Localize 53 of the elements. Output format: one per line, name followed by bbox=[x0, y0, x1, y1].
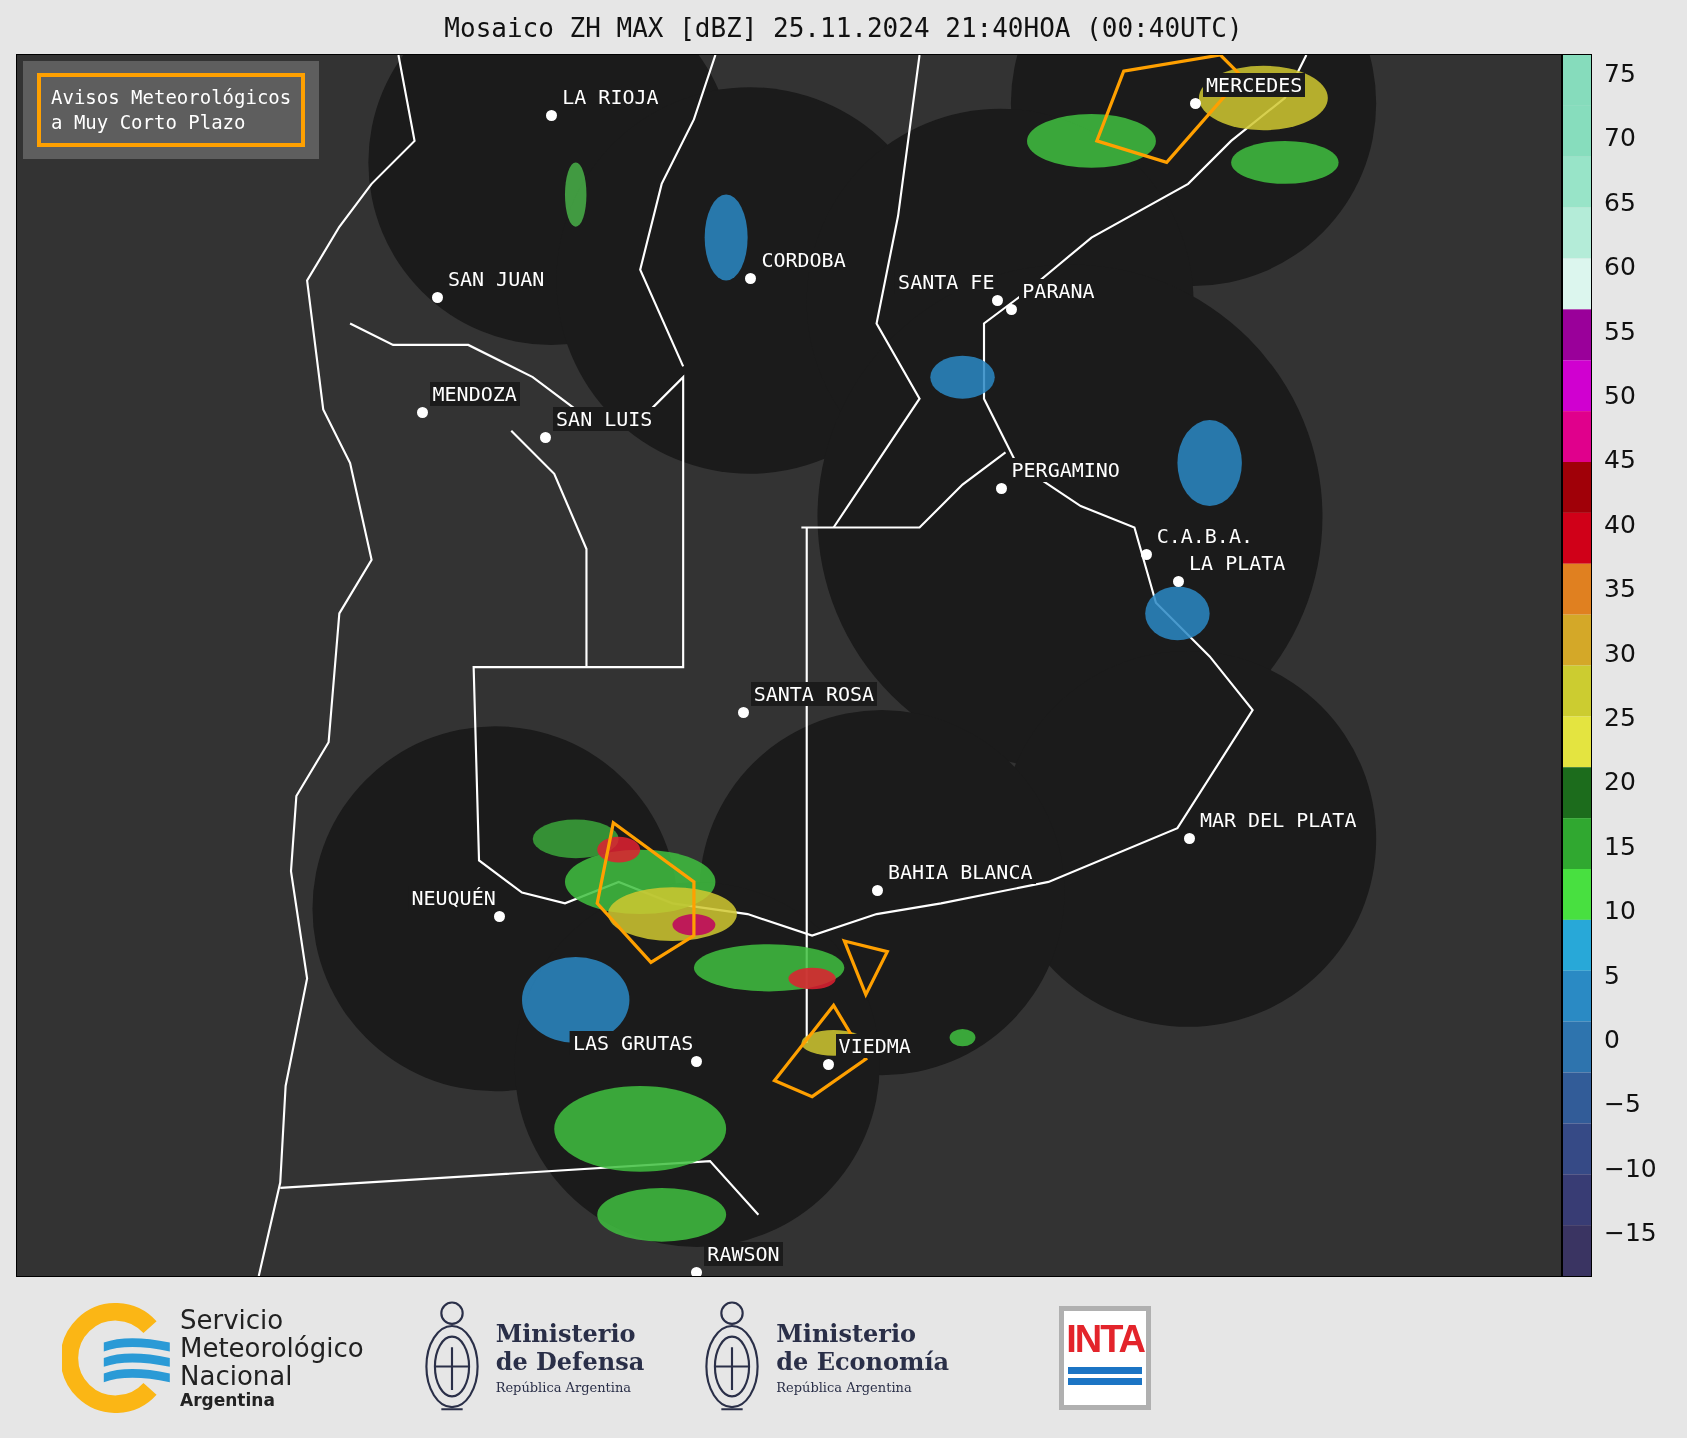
city-marker bbox=[1140, 549, 1152, 561]
scale-tick-label: 55 bbox=[1603, 317, 1636, 346]
scale-tick-label: 25 bbox=[1603, 704, 1636, 732]
scale-tick-label: −5 bbox=[1603, 1090, 1641, 1119]
city-label: SAN LUIS bbox=[553, 407, 656, 432]
scale-tick-label: −15 bbox=[1603, 1219, 1657, 1248]
scale-tick-label: 60 bbox=[1603, 253, 1636, 282]
city-marker bbox=[691, 1056, 703, 1068]
country-name: República Argentina bbox=[495, 1380, 633, 1395]
city-marker bbox=[540, 432, 552, 444]
city-marker bbox=[431, 291, 443, 303]
city-marker bbox=[691, 1267, 703, 1276]
city-marker bbox=[493, 910, 505, 922]
city-label: SANTA ROSA bbox=[750, 681, 878, 706]
city-marker bbox=[1183, 832, 1195, 844]
scale-tick-label: 20 bbox=[1603, 768, 1636, 797]
legend-text: a Muy Corto Plazo bbox=[51, 110, 247, 135]
ministry-name: Ministerio de Economía bbox=[776, 1320, 950, 1376]
city-label: RAWSON bbox=[704, 1242, 783, 1267]
city-marker bbox=[992, 295, 1004, 307]
organization-name: Servicio Meteorológico Nacional bbox=[180, 1305, 364, 1390]
city-marker bbox=[416, 406, 428, 418]
scale-tick-label: 15 bbox=[1603, 832, 1636, 861]
scale-tick-label: 65 bbox=[1603, 188, 1636, 217]
country-name: Argentina bbox=[180, 1389, 276, 1410]
scale-tick-label: 70 bbox=[1603, 124, 1636, 153]
scale-tick-label: 10 bbox=[1603, 897, 1636, 926]
city-label: MERCEDES bbox=[1203, 72, 1306, 97]
city-marker bbox=[737, 706, 749, 718]
city-marker bbox=[1006, 303, 1018, 315]
scale-tick-label: 5 bbox=[1603, 961, 1620, 990]
city-marker bbox=[546, 109, 558, 121]
scale-tick-label: 30 bbox=[1603, 639, 1636, 668]
scale-tick-label: 0 bbox=[1603, 1026, 1620, 1054]
ministry-name: Ministerio de Defensa bbox=[495, 1320, 645, 1376]
city-marker bbox=[1190, 97, 1202, 109]
scale-tick-label: 45 bbox=[1603, 446, 1636, 475]
city-label: MENDOZA bbox=[429, 381, 520, 406]
scale-tick-label: −10 bbox=[1603, 1154, 1657, 1183]
legend-text: Avisos Meteorológicos bbox=[51, 85, 292, 110]
city-marker bbox=[822, 1058, 834, 1070]
scale-tick-label: 40 bbox=[1603, 510, 1636, 539]
smn-logo-icon bbox=[62, 1302, 172, 1413]
scale-tick-label: 35 bbox=[1603, 575, 1636, 604]
city-marker bbox=[745, 273, 757, 285]
city-marker bbox=[1173, 576, 1185, 588]
scale-tick-label: 50 bbox=[1603, 382, 1636, 410]
country-name: República Argentina bbox=[776, 1380, 913, 1395]
city-marker bbox=[872, 885, 883, 897]
scale-tick-label: 75 bbox=[1603, 60, 1636, 88]
chart-title: Mosaico ZH MAX [dBZ] 25.11.2024 21:40HOA (00:40UTC) bbox=[443, 12, 1244, 45]
city-marker bbox=[995, 483, 1007, 495]
inta-logo-text: INTA bbox=[1066, 1318, 1144, 1359]
